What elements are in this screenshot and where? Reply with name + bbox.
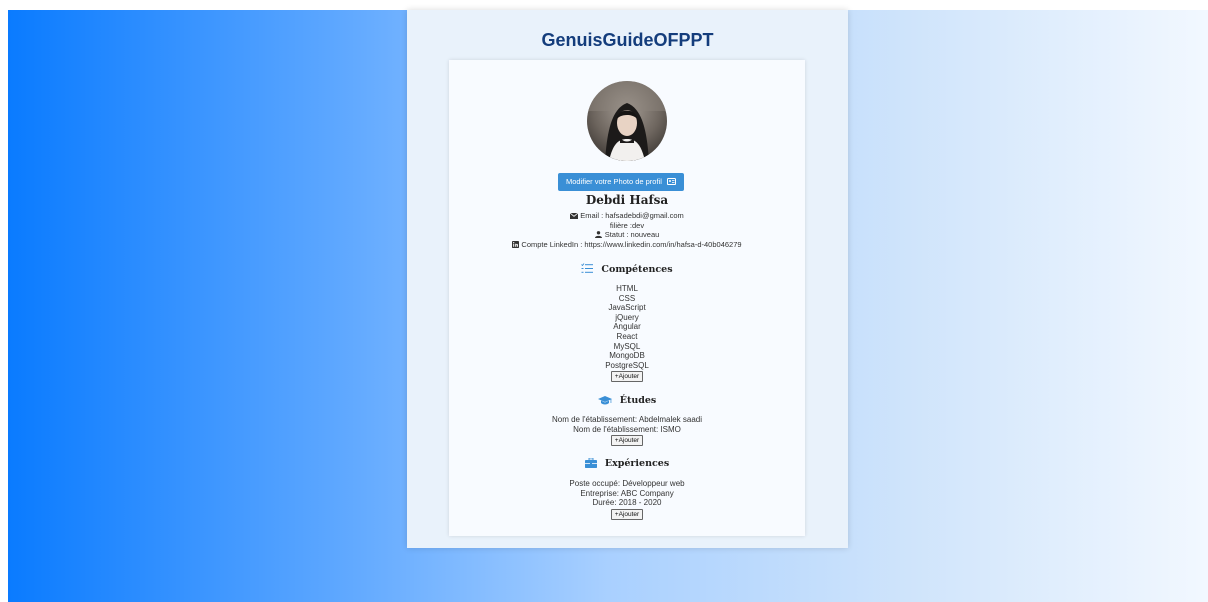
email-text: Email : hafsadebdi@gmail.com <box>580 211 684 220</box>
profile-card: Modifier votre Photo de profil Debdi Haf… <box>449 60 805 536</box>
competence-item: JavaScript <box>608 303 646 313</box>
site-title: GenuisGuideOFPPT <box>541 30 714 50</box>
competence-item: MongoDB <box>609 351 645 361</box>
experiences-list: Poste occupé: Développeur web Entreprise… <box>449 479 805 520</box>
profile-name: Debdi Hafsa <box>585 193 669 207</box>
etudes-title-text: Études <box>619 395 657 406</box>
competence-item: CSS <box>618 293 636 303</box>
briefcase-icon <box>584 458 597 468</box>
competence-item: jQuery <box>615 312 639 322</box>
experience-item: Durée: 2018 - 2020 <box>592 498 662 508</box>
profile-panel: GenuisGuideOFPPT Modifier votre Photo de… <box>407 10 848 548</box>
statut-text: Statut : nouveau <box>604 230 660 239</box>
profile-info: Email : hafsadebdi@gmail.com filière :de… <box>449 211 805 249</box>
competence-item: PostgreSQL <box>605 360 649 370</box>
linkedin-text: Compte LinkedIn : https://www.linkedin.c… <box>521 239 742 249</box>
experience-item: Poste occupé: Développeur web <box>569 479 685 488</box>
competences-title-text: Compétences <box>601 264 673 275</box>
linkedin-icon <box>512 240 520 248</box>
add-experience-label: Ajouter <box>618 510 640 518</box>
change-photo-label: Modifier votre Photo de profil <box>566 177 662 186</box>
linkedin-row: Compte LinkedIn : https://www.linkedin.c… <box>449 240 805 250</box>
add-etude-button[interactable]: +Ajouter <box>610 435 644 447</box>
graduation-cap-icon <box>597 396 612 405</box>
list-check-icon <box>581 263 594 273</box>
experiences-title: Expériences <box>449 458 805 469</box>
filiere-row: filière :dev <box>609 220 645 230</box>
competence-item: React <box>616 331 638 341</box>
add-competence-button[interactable]: +Ajouter <box>610 371 644 383</box>
add-etude-label: Ajouter <box>618 437 640 445</box>
profile-photo <box>587 81 667 161</box>
statut-row: Statut : nouveau <box>449 230 805 240</box>
competences-list: HTML CSS JavaScript jQuery Angular React… <box>449 284 805 383</box>
experiences-title-text: Expériences <box>604 458 670 469</box>
change-profile-photo-button[interactable]: Modifier votre Photo de profil <box>558 173 684 191</box>
experience-item: Entreprise: ABC Company <box>580 488 674 498</box>
user-icon <box>594 231 602 238</box>
competence-item: MySQL <box>613 341 641 351</box>
etudes-list: Nom de l'établissement: Abdelmalek saadi… <box>449 415 805 447</box>
competence-item: Angular <box>613 322 641 332</box>
avatar <box>587 81 667 161</box>
competences-title: Compétences <box>449 263 805 275</box>
id-card-icon <box>666 178 676 185</box>
etudes-title: Études <box>449 395 805 406</box>
email-row: Email : hafsadebdi@gmail.com <box>449 211 805 221</box>
add-experience-button[interactable]: +Ajouter <box>610 508 644 520</box>
competence-item: HTML <box>616 284 638 293</box>
etude-item: Nom de l'établissement: Abdelmalek saadi <box>551 415 703 424</box>
add-competence-label: Ajouter <box>618 373 640 381</box>
envelope-icon <box>570 213 579 219</box>
etude-item: Nom de l'établissement: ISMO <box>573 424 681 434</box>
